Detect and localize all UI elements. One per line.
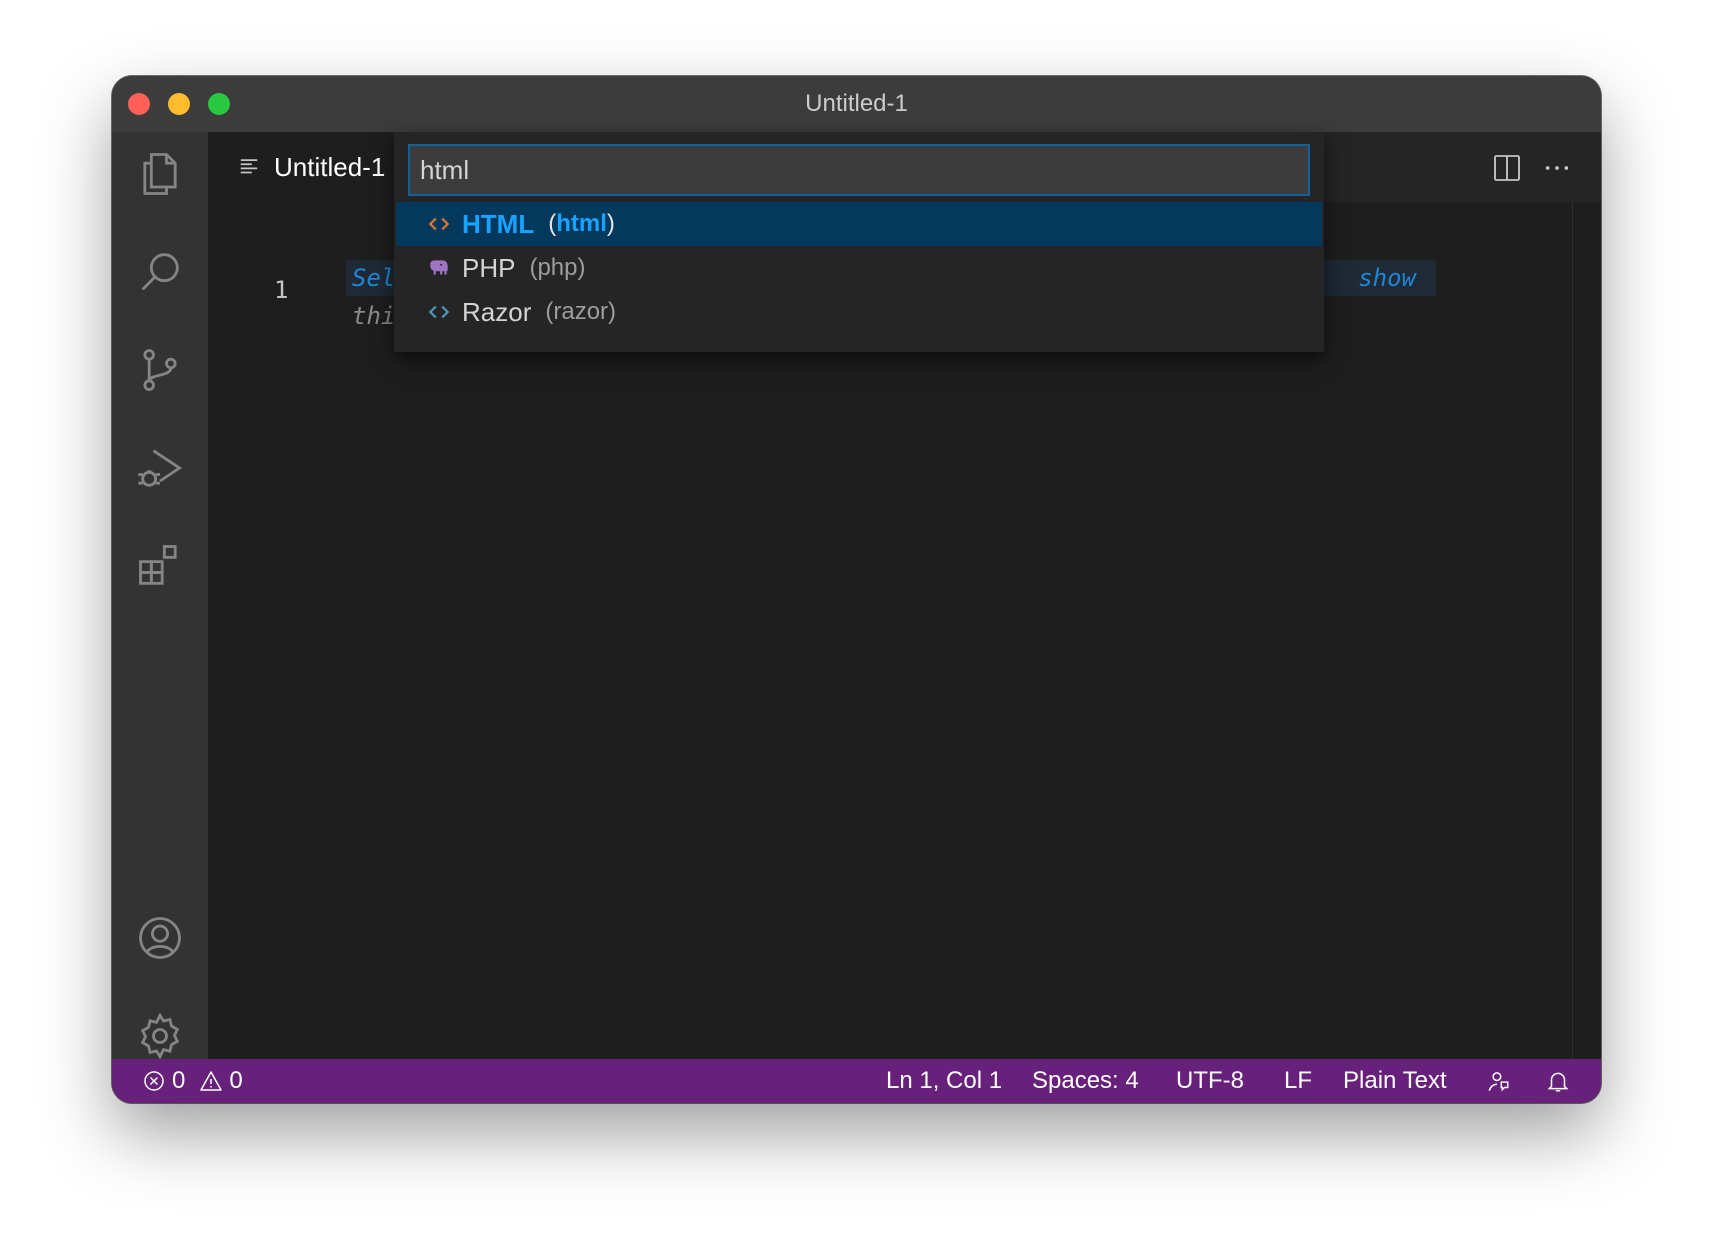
quick-pick-item-label: PHP <box>462 252 516 283</box>
quick-pick-item-label: HTML <box>462 208 535 239</box>
code-brackets-icon <box>426 299 452 325</box>
hint-line-1-end: show <box>1358 264 1416 292</box>
extensions-icon[interactable] <box>132 538 188 594</box>
more-actions-icon[interactable] <box>1539 152 1575 184</box>
language-quick-pick: html HTML (html) PHP (php) Razor (razor) <box>394 132 1324 352</box>
quick-pick-item-label: Razor <box>462 296 532 327</box>
end-of-line-setting[interactable]: LF <box>1284 1059 1312 1103</box>
hint-line-1-start: Sel <box>352 264 396 292</box>
line-number: 1 <box>274 276 289 304</box>
php-elephant-icon <box>426 255 452 281</box>
problems-indicator[interactable]: 0 0 <box>142 1059 243 1103</box>
language-mode[interactable]: Plain Text <box>1343 1059 1447 1103</box>
indentation-setting[interactable]: Spaces: 4 <box>1032 1059 1139 1103</box>
quick-pick-item-php[interactable]: PHP (php) <box>396 246 1322 290</box>
activity-bar <box>112 132 208 1060</box>
plain-text-file-icon <box>240 159 258 174</box>
quick-pick-input[interactable]: html <box>408 144 1310 196</box>
run-debug-icon[interactable] <box>132 440 188 496</box>
minimize-window-button[interactable] <box>168 93 190 115</box>
search-icon[interactable] <box>132 244 188 300</box>
title-bar: Untitled-1 <box>112 76 1601 132</box>
cursor-position[interactable]: Ln 1, Col 1 <box>886 1059 1002 1103</box>
explorer-icon[interactable] <box>132 146 188 202</box>
overview-ruler <box>1572 202 1573 1059</box>
tab-label: Untitled-1 <box>274 151 386 182</box>
quick-pick-item-razor[interactable]: Razor (razor) <box>396 290 1322 334</box>
quick-pick-item-description: (html) <box>548 210 615 237</box>
window-title: Untitled-1 <box>805 90 908 117</box>
source-control-icon[interactable] <box>132 342 188 398</box>
maximize-window-button[interactable] <box>208 93 230 115</box>
notifications-bell-icon[interactable] <box>1545 1059 1571 1103</box>
error-icon <box>144 1071 164 1091</box>
warning-count: 0 <box>229 1067 243 1094</box>
status-bar: 0 0 Ln 1, Col 1 Spaces: 4 UTF-8 LF Plain… <box>112 1059 1601 1103</box>
vscode-window: Untitled-1 Untitled-1 1 Sel show thi htm… <box>112 76 1601 1103</box>
tab-untitled-1[interactable]: Untitled-1 <box>208 132 414 202</box>
hint-line-2: thi <box>352 302 396 330</box>
quick-pick-item-html[interactable]: HTML (html) <box>396 202 1322 246</box>
quick-pick-item-description: (razor) <box>545 298 617 325</box>
encoding-setting[interactable]: UTF-8 <box>1176 1059 1244 1103</box>
accounts-icon[interactable] <box>132 910 188 966</box>
feedback-icon[interactable] <box>1485 1059 1511 1103</box>
code-brackets-icon <box>426 211 452 237</box>
settings-gear-icon[interactable] <box>132 1008 188 1064</box>
close-window-button[interactable] <box>128 93 150 115</box>
warning-icon <box>200 1071 223 1091</box>
quick-pick-item-description: (php) <box>529 254 586 281</box>
split-editor-icon[interactable] <box>1491 152 1523 184</box>
error-count: 0 <box>172 1067 186 1094</box>
